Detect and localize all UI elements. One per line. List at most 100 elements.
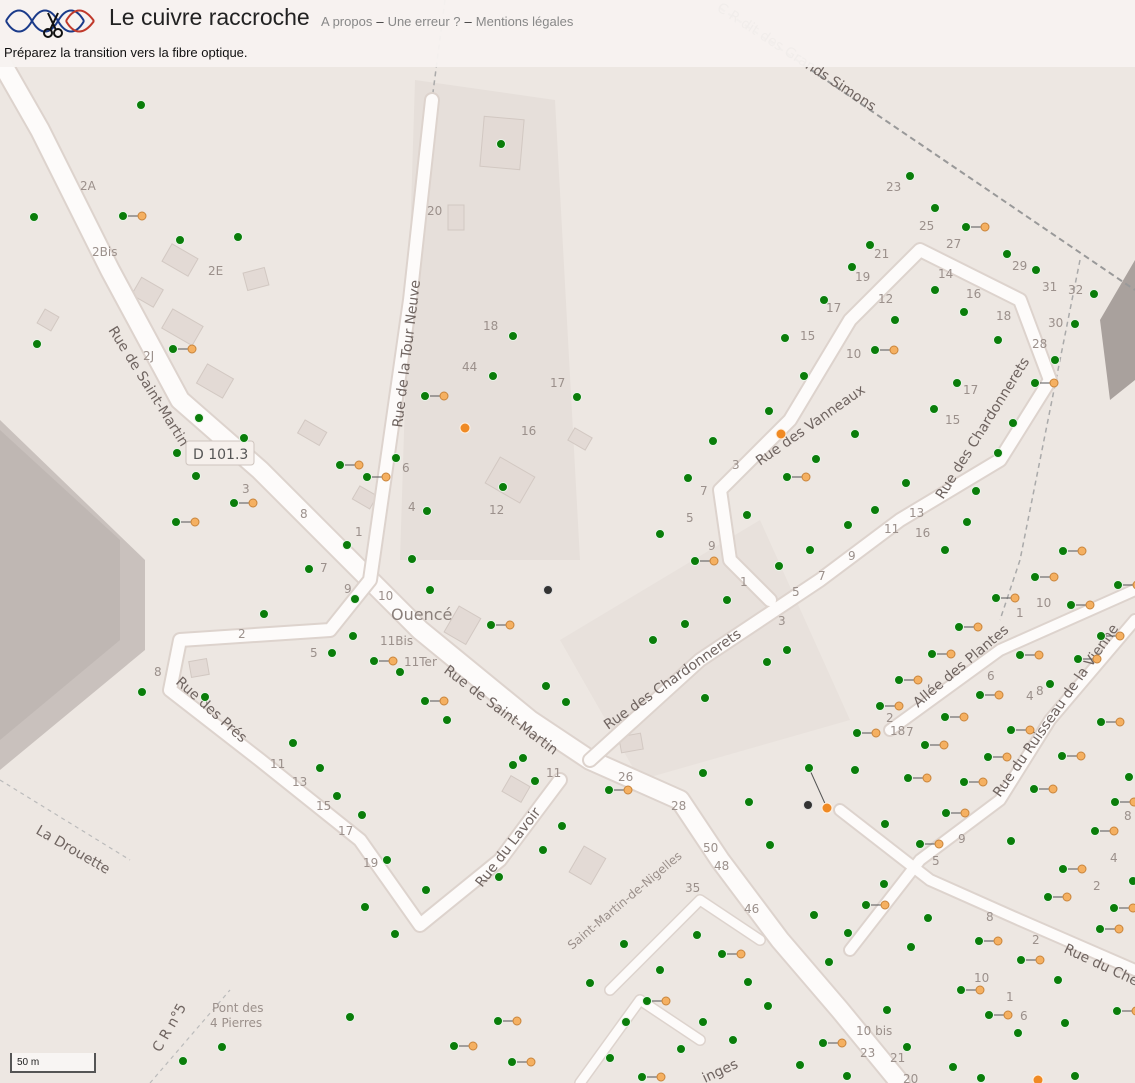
- address-marker-green[interactable]: [683, 473, 693, 483]
- address-marker-green[interactable]: [676, 1044, 686, 1054]
- address-marker-green[interactable]: [698, 1017, 708, 1027]
- address-marker-green[interactable]: [136, 100, 146, 110]
- address-marker-orange[interactable]: [821, 802, 833, 814]
- address-marker-pair[interactable]: [1109, 903, 1135, 913]
- address-marker-green[interactable]: [843, 928, 853, 938]
- address-marker-pair[interactable]: [168, 344, 197, 354]
- address-marker-pair[interactable]: [507, 1057, 536, 1067]
- address-marker-orange[interactable]: [459, 422, 471, 434]
- address-marker-pair[interactable]: [171, 517, 200, 527]
- address-marker-green[interactable]: [288, 738, 298, 748]
- address-marker-pair[interactable]: [920, 740, 949, 750]
- address-marker-green[interactable]: [728, 1035, 738, 1045]
- address-marker-green[interactable]: [971, 486, 981, 496]
- address-marker-green[interactable]: [233, 232, 243, 242]
- address-marker-pair[interactable]: [852, 728, 881, 738]
- address-marker-green[interactable]: [32, 339, 42, 349]
- address-marker-green[interactable]: [1050, 355, 1060, 365]
- address-marker-green[interactable]: [538, 845, 548, 855]
- address-marker-green[interactable]: [530, 776, 540, 786]
- address-marker-green[interactable]: [952, 378, 962, 388]
- address-marker-green[interactable]: [763, 1001, 773, 1011]
- address-marker-green[interactable]: [421, 885, 431, 895]
- address-marker-green[interactable]: [879, 879, 889, 889]
- address-marker-green[interactable]: [200, 692, 210, 702]
- address-marker-green[interactable]: [850, 429, 860, 439]
- address-marker-pair[interactable]: [903, 773, 932, 783]
- address-marker-green[interactable]: [498, 482, 508, 492]
- address-marker-green[interactable]: [561, 697, 571, 707]
- address-marker-green[interactable]: [811, 454, 821, 464]
- address-marker-green[interactable]: [930, 285, 940, 295]
- address-marker-pair[interactable]: [369, 656, 398, 666]
- address-marker-green[interactable]: [422, 506, 432, 516]
- address-marker-pair[interactable]: [975, 690, 1004, 700]
- address-marker-pair[interactable]: [974, 936, 1003, 946]
- address-marker-pair[interactable]: [1015, 650, 1044, 660]
- address-marker-pair[interactable]: [1095, 924, 1124, 934]
- address-marker-green[interactable]: [890, 315, 900, 325]
- address-marker-green[interactable]: [494, 872, 504, 882]
- address-marker-pair[interactable]: [894, 675, 923, 685]
- address-marker-green[interactable]: [782, 645, 792, 655]
- address-marker-green[interactable]: [194, 413, 204, 423]
- address-marker-green[interactable]: [172, 448, 182, 458]
- address-marker-green[interactable]: [425, 585, 435, 595]
- address-marker-green[interactable]: [407, 554, 417, 564]
- address-marker-pair[interactable]: [940, 712, 969, 722]
- address-marker-dark[interactable]: [803, 800, 813, 810]
- address-marker-green[interactable]: [742, 510, 752, 520]
- address-marker-green[interactable]: [332, 791, 342, 801]
- address-marker-green[interactable]: [175, 235, 185, 245]
- address-marker-pair[interactable]: [1030, 572, 1059, 582]
- address-marker-pair[interactable]: [493, 1016, 522, 1026]
- address-marker-green[interactable]: [1045, 679, 1055, 689]
- address-marker-green[interactable]: [762, 657, 772, 667]
- address-marker-pair[interactable]: [1006, 725, 1035, 735]
- address-marker-pair[interactable]: [954, 622, 983, 632]
- address-marker-green[interactable]: [680, 619, 690, 629]
- address-marker-pair[interactable]: [870, 345, 899, 355]
- address-marker-orange[interactable]: [775, 428, 787, 440]
- address-marker-green[interactable]: [350, 594, 360, 604]
- address-marker-green[interactable]: [557, 821, 567, 831]
- address-marker-green[interactable]: [780, 333, 790, 343]
- address-marker-pair[interactable]: [229, 498, 258, 508]
- address-marker-green[interactable]: [993, 448, 1003, 458]
- address-marker-pair[interactable]: [961, 222, 990, 232]
- address-marker-green[interactable]: [842, 1071, 852, 1081]
- address-marker-green[interactable]: [259, 609, 269, 619]
- address-marker-green[interactable]: [315, 763, 325, 773]
- address-marker-green[interactable]: [976, 1073, 986, 1083]
- address-marker-green[interactable]: [619, 939, 629, 949]
- address-marker-green[interactable]: [1031, 265, 1041, 275]
- address-marker-green[interactable]: [948, 1062, 958, 1072]
- address-marker-green[interactable]: [585, 978, 595, 988]
- address-marker-pair[interactable]: [1016, 955, 1045, 965]
- address-marker-green[interactable]: [239, 433, 249, 443]
- address-marker-pair[interactable]: [1090, 826, 1119, 836]
- address-marker-green[interactable]: [929, 404, 939, 414]
- address-marker-green[interactable]: [905, 171, 915, 181]
- address-marker-green[interactable]: [795, 1060, 805, 1070]
- address-marker-green[interactable]: [1006, 836, 1016, 846]
- address-marker-green[interactable]: [959, 307, 969, 317]
- address-marker-pair[interactable]: [1096, 717, 1125, 727]
- address-marker-green[interactable]: [1070, 1071, 1080, 1081]
- address-marker-green[interactable]: [692, 930, 702, 940]
- address-marker-green[interactable]: [191, 471, 201, 481]
- address-marker-green[interactable]: [395, 667, 405, 677]
- address-marker-pair[interactable]: [118, 211, 147, 221]
- address-marker-green[interactable]: [708, 436, 718, 446]
- address-marker-green[interactable]: [605, 1053, 615, 1063]
- address-marker-pair[interactable]: [782, 472, 811, 482]
- address-marker-green[interactable]: [178, 1056, 188, 1066]
- address-marker-green[interactable]: [743, 977, 753, 987]
- address-marker-green[interactable]: [508, 331, 518, 341]
- address-marker-green[interactable]: [1002, 249, 1012, 259]
- address-marker-green[interactable]: [819, 295, 829, 305]
- address-marker-green[interactable]: [382, 855, 392, 865]
- address-marker-pair[interactable]: [1043, 892, 1072, 902]
- address-marker-green[interactable]: [804, 763, 814, 773]
- address-marker-green[interactable]: [348, 631, 358, 641]
